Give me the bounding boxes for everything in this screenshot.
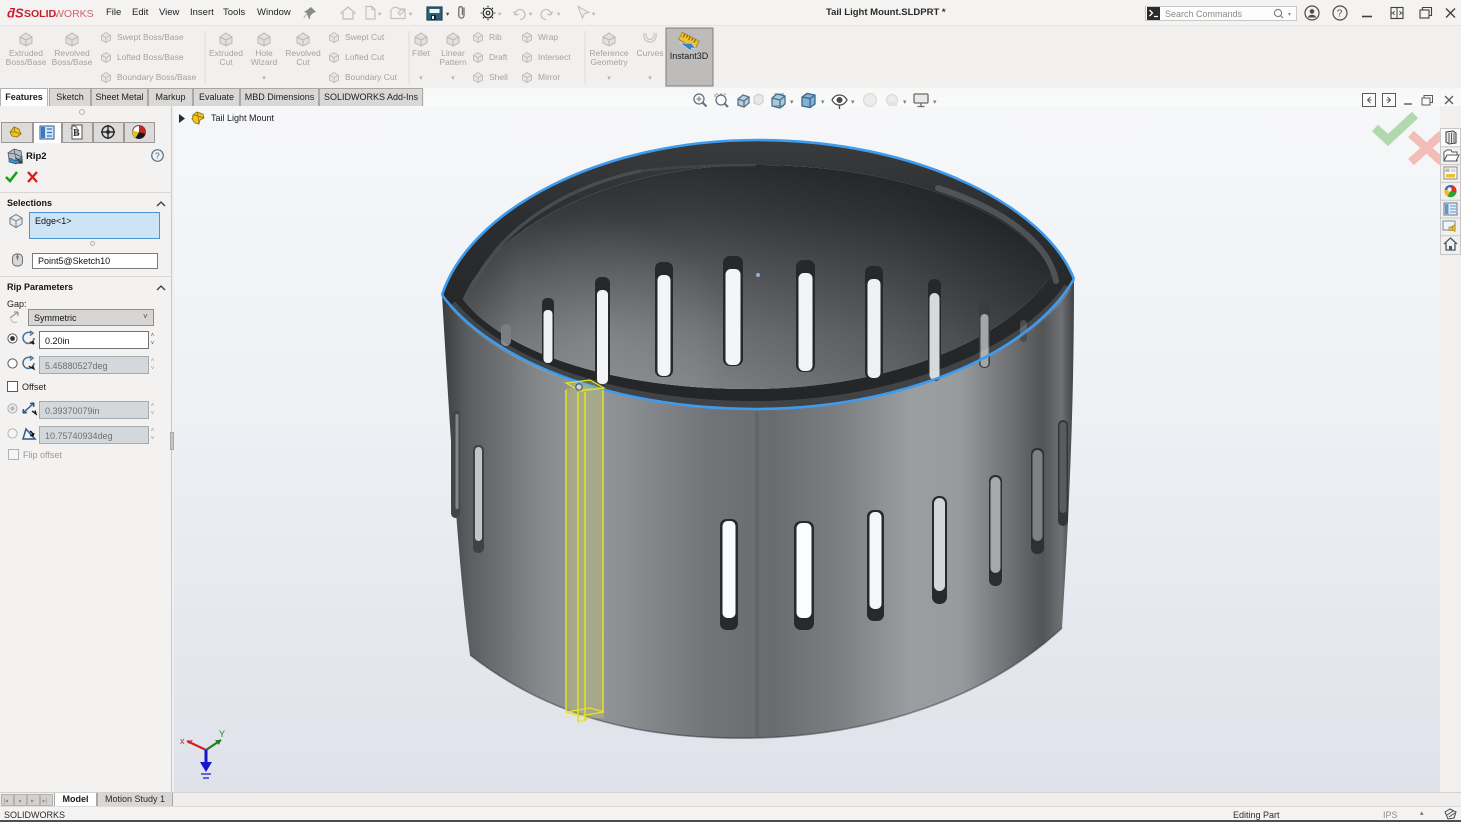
svg-text:Boss/Base: Boss/Base xyxy=(52,57,93,67)
svg-text:▾: ▾ xyxy=(607,75,611,82)
svg-text:▾: ▾ xyxy=(446,11,450,18)
svg-text:WORKS: WORKS xyxy=(54,8,94,20)
svg-text:Boss/Base: Boss/Base xyxy=(6,57,47,67)
svg-text:Cut: Cut xyxy=(219,57,233,67)
svg-text:▾: ▾ xyxy=(790,99,794,106)
svg-text:SOLID: SOLID xyxy=(24,8,57,20)
svg-text:▾: ▾ xyxy=(498,11,502,18)
svg-text:Fillet: Fillet xyxy=(412,48,431,58)
svg-text:◂: ◂ xyxy=(18,799,21,805)
svg-text:Draft: Draft xyxy=(489,52,508,62)
svg-text:Swept Boss/Base: Swept Boss/Base xyxy=(117,32,184,42)
svg-text:Geometry: Geometry xyxy=(590,57,628,67)
svg-text:Lofted Cut: Lofted Cut xyxy=(345,52,385,62)
svg-text:▾: ▾ xyxy=(419,75,423,82)
svg-text:▾: ▾ xyxy=(378,11,382,18)
svg-text:?: ? xyxy=(155,151,160,161)
svg-text:ƌS: ƌS xyxy=(7,6,24,21)
svg-text:Boundary Cut: Boundary Cut xyxy=(345,72,398,82)
svg-text:Wrap: Wrap xyxy=(538,32,558,42)
svg-text:Shell: Shell xyxy=(489,72,508,82)
svg-text:Pattern: Pattern xyxy=(439,57,467,67)
svg-text:|◂: |◂ xyxy=(4,799,9,805)
svg-text:▾: ▾ xyxy=(903,99,907,106)
svg-text:Mirror: Mirror xyxy=(538,72,560,82)
svg-text:Lofted Boss/Base: Lofted Boss/Base xyxy=(117,52,184,62)
svg-text:Swept Cut: Swept Cut xyxy=(345,32,385,42)
svg-text:Curves: Curves xyxy=(637,48,664,58)
svg-text:Intersect: Intersect xyxy=(538,52,571,62)
svg-text:▾: ▾ xyxy=(529,11,533,18)
svg-text:Cut: Cut xyxy=(296,57,310,67)
svg-text:?: ? xyxy=(1337,9,1343,20)
svg-text:▾: ▾ xyxy=(648,75,652,82)
svg-text:x: x xyxy=(180,736,185,746)
svg-text:▾: ▾ xyxy=(557,11,561,18)
svg-text:▸: ▸ xyxy=(31,799,34,805)
svg-text:▾: ▾ xyxy=(451,75,455,82)
svg-text:Wizard: Wizard xyxy=(251,57,278,67)
svg-text:Y: Y xyxy=(219,729,225,739)
svg-text:▾: ▾ xyxy=(933,99,937,106)
svg-text:▾: ▾ xyxy=(821,99,825,106)
svg-text:Search Commands: Search Commands xyxy=(1165,9,1243,19)
svg-text:▾: ▾ xyxy=(851,99,855,106)
svg-text:▸|: ▸| xyxy=(43,799,48,805)
svg-text:▾: ▾ xyxy=(592,11,596,18)
svg-text:▾: ▾ xyxy=(262,75,266,82)
svg-text:Boundary Boss/Base: Boundary Boss/Base xyxy=(117,72,197,82)
svg-text:Rib: Rib xyxy=(489,32,502,42)
svg-text:Instant3D: Instant3D xyxy=(670,51,709,61)
svg-text:▾: ▾ xyxy=(409,11,413,18)
svg-text:▾: ▾ xyxy=(1288,12,1291,18)
